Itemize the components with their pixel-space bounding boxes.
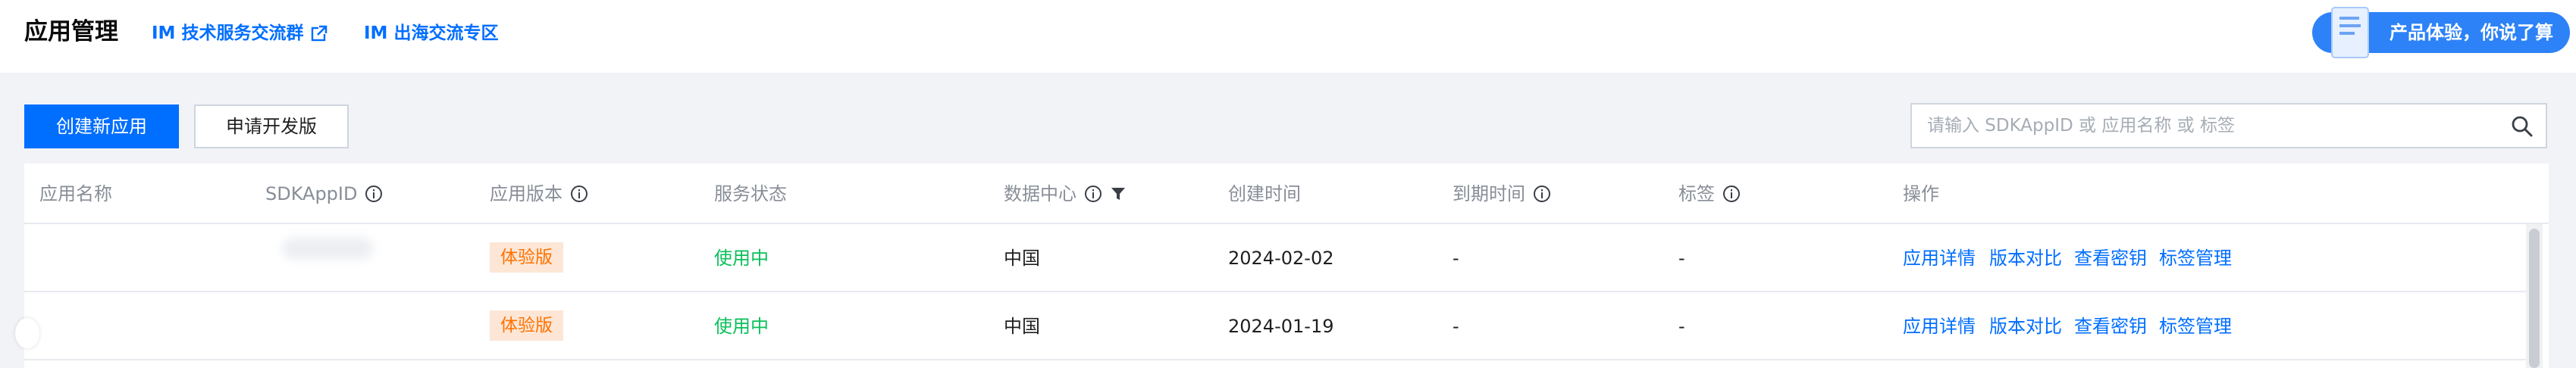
external-link-icon: [312, 25, 327, 42]
column-app-version-label: 应用版本: [490, 183, 563, 204]
column-created-time: 创建时间: [1228, 182, 1301, 206]
tags-cell: -: [1678, 316, 1685, 337]
created-time-cell: 2024-01-19: [1228, 316, 1334, 337]
column-expire-time: 到期时间: [1453, 182, 1551, 206]
column-tags: 标签: [1678, 182, 1741, 206]
version-compare-link[interactable]: 版本对比: [1989, 313, 2062, 339]
sdkappid-redacted: [282, 238, 373, 259]
trial-version-badge: 体验版: [490, 242, 563, 273]
column-service-status: 服务状态: [714, 182, 787, 206]
column-actions-label: 操作: [1903, 183, 1939, 204]
column-actions: 操作: [1903, 182, 1939, 206]
app-details-link[interactable]: 应用详情: [1903, 245, 1976, 271]
column-tags-label: 标签: [1678, 183, 1715, 204]
service-status-cell: 使用中: [714, 316, 769, 337]
trial-version-badge: 体验版: [490, 310, 563, 341]
column-service-status-label: 服务状态: [714, 183, 787, 204]
info-icon[interactable]: [365, 185, 383, 203]
create-app-button[interactable]: 创建新应用: [24, 104, 179, 148]
info-icon[interactable]: [1722, 185, 1741, 203]
app-details-link[interactable]: 应用详情: [1903, 313, 1976, 339]
app-table: 应用名称 SDKAppID 应用版本 服务状态 数据中心 创建时间 到期时间 标…: [24, 164, 2549, 368]
apply-dev-edition-button[interactable]: 申请开发版: [194, 104, 349, 148]
table-scrollbar[interactable]: [2526, 224, 2543, 368]
table-row: 体验版 使用中 中国 2024-01-19 - - 应用详情 版本对比 查看密钥…: [24, 292, 2526, 360]
tags-cell: -: [1678, 248, 1685, 269]
data-center-cell: 中国: [1004, 248, 1040, 269]
scrollbar-thumb[interactable]: [2529, 229, 2540, 368]
column-created-time-label: 创建时间: [1228, 183, 1301, 204]
im-overseas-link[interactable]: IM 出海交流专区: [364, 21, 498, 45]
column-sdkappid-label: SDKAppID: [265, 183, 358, 204]
search-box: [1910, 103, 2547, 148]
column-app-name: 应用名称: [39, 182, 112, 206]
view-secret-link[interactable]: 查看密钥: [2074, 313, 2147, 339]
im-tech-group-link-label: IM 技术服务交流群: [152, 23, 304, 43]
column-sdkappid: SDKAppID: [265, 182, 383, 206]
column-data-center: 数据中心: [1004, 182, 1127, 206]
created-time-cell: 2024-02-02: [1228, 248, 1334, 269]
promo-label: 产品体验，你说了算: [2390, 22, 2553, 43]
info-icon[interactable]: [570, 185, 588, 203]
search-icon[interactable]: [2511, 115, 2534, 138]
search-input[interactable]: [1927, 112, 2488, 139]
expire-time-cell: -: [1453, 248, 1459, 269]
promo-document-icon: [2331, 7, 2369, 58]
view-secret-link[interactable]: 查看密钥: [2074, 245, 2147, 271]
tag-management-link[interactable]: 标签管理: [2159, 313, 2232, 339]
page-title: 应用管理: [24, 18, 118, 45]
filter-icon[interactable]: [1110, 186, 1127, 202]
info-icon[interactable]: [1084, 185, 1102, 203]
page-header: 应用管理 IM 技术服务交流群 IM 出海交流专区 产品体验，你说了算: [0, 0, 2576, 73]
column-data-center-label: 数据中心: [1004, 183, 1076, 204]
tag-management-link[interactable]: 标签管理: [2159, 245, 2232, 271]
expire-time-cell: -: [1453, 316, 1459, 337]
column-expire-time-label: 到期时间: [1453, 183, 1525, 204]
info-icon[interactable]: [1533, 185, 1551, 203]
im-tech-group-link[interactable]: IM 技术服务交流群: [152, 21, 327, 45]
column-app-version: 应用版本: [490, 182, 588, 206]
data-center-cell: 中国: [1004, 316, 1040, 337]
service-status-cell: 使用中: [714, 248, 769, 269]
column-app-name-label: 应用名称: [39, 183, 112, 204]
table-header: 应用名称 SDKAppID 应用版本 服务状态 数据中心 创建时间 到期时间 标…: [24, 164, 2549, 224]
feedback-promo-button[interactable]: 产品体验，你说了算: [2312, 7, 2570, 58]
side-handle[interactable]: [15, 318, 39, 348]
version-compare-link[interactable]: 版本对比: [1989, 245, 2062, 271]
im-overseas-link-label: IM 出海交流专区: [364, 23, 499, 43]
table-row: 体验版 使用中 中国 2024-02-02 - - 应用详情 版本对比 查看密钥…: [24, 224, 2526, 292]
